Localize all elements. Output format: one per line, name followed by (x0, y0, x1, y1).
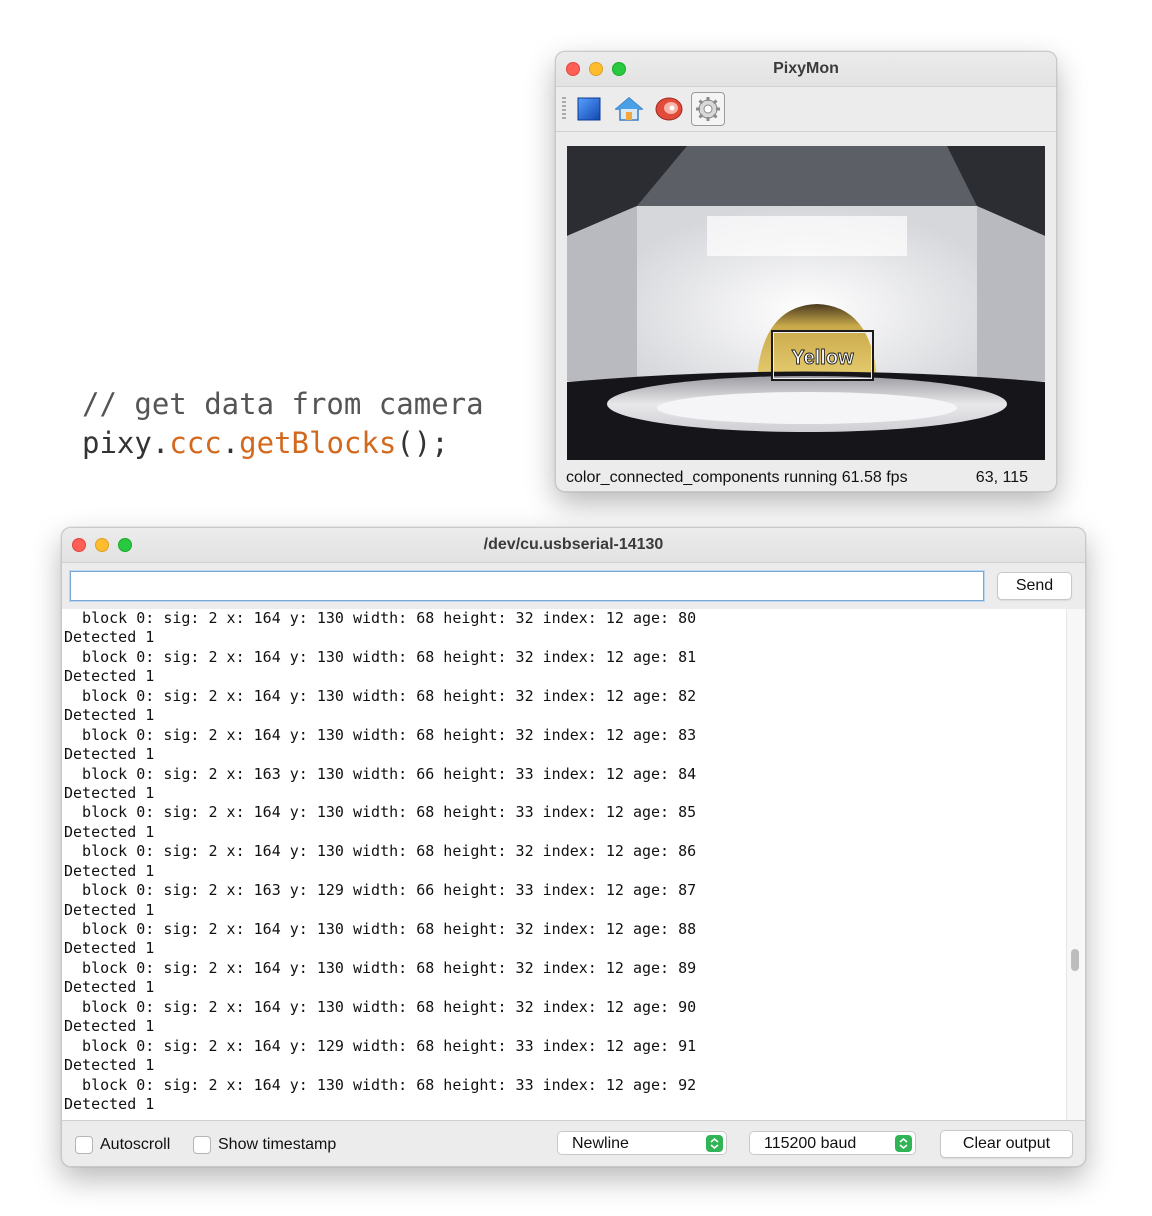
window-title: /dev/cu.usbserial-14130 (483, 536, 664, 553)
chevron-updown-icon (895, 1135, 912, 1152)
settings-icon (696, 97, 720, 121)
status-text: color_connected_components running 61.58… (566, 469, 908, 486)
output-line: block 0: sig: 2 x: 164 y: 130 width: 68 … (64, 725, 697, 744)
output-line: block 0: sig: 2 x: 164 y: 130 width: 68 … (64, 1075, 697, 1094)
clear-output-button[interactable]: Clear output (940, 1130, 1073, 1158)
output-line: block 0: sig: 2 x: 164 y: 130 width: 68 … (64, 958, 697, 977)
output-scrollbar[interactable] (1066, 609, 1085, 1120)
output-line: block 0: sig: 2 x: 164 y: 129 width: 68 … (64, 1036, 697, 1055)
pixymon-titlebar[interactable]: PixyMon (556, 52, 1056, 87)
output-line: block 0: sig: 2 x: 163 y: 130 width: 66 … (64, 764, 697, 783)
send-button[interactable]: Send (997, 572, 1072, 600)
output-line: Detected 1 (64, 939, 155, 958)
camera-view[interactable]: Yellow (567, 146, 1045, 460)
output-line: Detected 1 (64, 1056, 155, 1075)
serial-output[interactable]: block 0: sig: 2 x: 164 y: 130 width: 68 … (62, 609, 1066, 1120)
line-ending-value: Newline (572, 1135, 629, 1152)
code-dot: . (221, 426, 240, 460)
output-line: block 0: sig: 2 x: 164 y: 130 width: 68 … (64, 609, 697, 627)
line-ending-select[interactable]: Newline (557, 1131, 727, 1155)
output-line: block 0: sig: 2 x: 164 y: 130 width: 68 … (64, 997, 697, 1016)
settings-button[interactable] (691, 92, 725, 126)
output-line: Detected 1 (64, 900, 155, 919)
autoscroll-box[interactable] (75, 1136, 93, 1154)
pixymon-window: PixyMon Yellow color_connected_component… (555, 51, 1057, 492)
raw-video-button[interactable] (652, 92, 686, 126)
serial-input[interactable] (70, 571, 984, 601)
serial-titlebar[interactable]: /dev/cu.usbserial-14130 (62, 528, 1085, 563)
output-line: block 0: sig: 2 x: 164 y: 130 width: 68 … (64, 647, 697, 666)
timestamp-box[interactable] (193, 1136, 211, 1154)
output-line: Detected 1 (64, 1094, 155, 1113)
output-line: Detected 1 (64, 628, 155, 647)
stop-icon (577, 97, 601, 121)
code-call: pixy.ccc.getBlocks(); (82, 424, 484, 463)
cursor-coords: 63, 115 (975, 469, 1028, 486)
chevron-updown-icon (706, 1135, 723, 1152)
output-line: Detected 1 (64, 706, 155, 725)
raw-video-icon (655, 97, 683, 121)
autoscroll-label: Autoscroll (100, 1136, 171, 1153)
window-title: PixyMon (773, 60, 839, 77)
send-row: Send (62, 563, 1085, 610)
serial-monitor-window: /dev/cu.usbserial-14130 Send block 0: si… (61, 527, 1086, 1167)
code-snippet: // get data from camera pixy.ccc.getBlock… (82, 385, 484, 463)
output-line: Detected 1 (64, 1017, 155, 1036)
serial-bottombar: Autoscroll Show timestamp Newline 115200… (62, 1120, 1085, 1166)
baud-select[interactable]: 115200 baud (749, 1131, 916, 1155)
code-end: (); (396, 426, 449, 460)
output-line: Detected 1 (64, 861, 155, 880)
block-label: Yellow (791, 347, 854, 369)
baud-value: 115200 baud (764, 1135, 857, 1152)
output-line: block 0: sig: 2 x: 164 y: 130 width: 68 … (64, 920, 697, 938)
timestamp-label: Show timestamp (218, 1136, 337, 1153)
code-comment: // get data from camera (82, 387, 484, 421)
autoscroll-checkbox[interactable]: Autoscroll (75, 1136, 170, 1154)
output-line: Detected 1 (64, 745, 155, 764)
pixymon-statusbar: color_connected_components running 61.58… (566, 469, 1028, 487)
code-member: ccc (169, 426, 222, 460)
home-button[interactable] (612, 92, 646, 126)
code-method: getBlocks (239, 426, 397, 460)
stop-button[interactable] (572, 92, 606, 126)
output-line: block 0: sig: 2 x: 163 y: 129 width: 66 … (64, 881, 697, 900)
output-line: Detected 1 (64, 978, 155, 997)
home-icon (615, 97, 643, 121)
toolbar-grip[interactable] (562, 97, 566, 121)
code-object: pixy. (82, 426, 170, 460)
pixymon-toolbar (556, 87, 1056, 132)
timestamp-checkbox[interactable]: Show timestamp (193, 1136, 336, 1154)
scrollbar-thumb[interactable] (1071, 949, 1079, 971)
camera-image: Yellow (567, 146, 1045, 460)
output-line: Detected 1 (64, 783, 155, 802)
output-line: Detected 1 (64, 667, 155, 686)
output-line: block 0: sig: 2 x: 164 y: 130 width: 68 … (64, 686, 697, 705)
output-line: block 0: sig: 2 x: 164 y: 130 width: 68 … (64, 803, 697, 822)
output-line: block 0: sig: 2 x: 164 y: 130 width: 68 … (64, 842, 697, 861)
output-line: Detected 1 (64, 822, 155, 841)
